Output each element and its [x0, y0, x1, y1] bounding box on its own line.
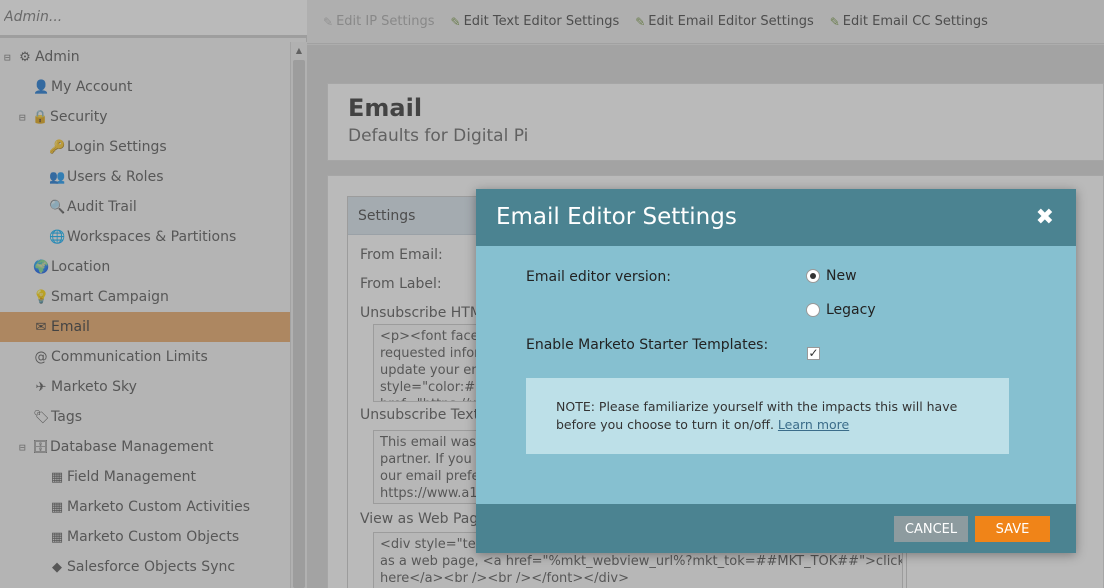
- dialog-title: Email Editor Settings: [496, 204, 737, 230]
- starter-templates-checkbox[interactable]: ✓: [807, 347, 820, 360]
- starter-templates-label: Enable Marketo Starter Templates:: [526, 337, 769, 353]
- version-legacy-label: Legacy: [826, 302, 876, 318]
- cancel-button[interactable]: CANCEL: [894, 516, 968, 542]
- note-text: NOTE: Please familiarize yourself with t…: [556, 398, 976, 434]
- close-icon[interactable]: ✖: [1036, 205, 1054, 230]
- dialog-body: Email editor version: New Legacy Enable …: [476, 246, 1076, 504]
- version-legacy-option[interactable]: Legacy: [806, 302, 876, 318]
- version-new-radio[interactable]: [806, 269, 820, 283]
- version-new-option[interactable]: New: [806, 268, 857, 284]
- note-box: NOTE: Please familiarize yourself with t…: [526, 378, 1009, 454]
- dialog-header: Email Editor Settings ✖: [476, 189, 1076, 246]
- editor-version-label: Email editor version:: [526, 269, 671, 285]
- learn-more-link[interactable]: Learn more: [778, 417, 849, 432]
- dialog-footer: CANCEL SAVE: [476, 504, 1076, 553]
- version-legacy-radio[interactable]: [806, 303, 820, 317]
- email-editor-settings-dialog: Email Editor Settings ✖ Email editor ver…: [476, 189, 1076, 553]
- version-new-label: New: [826, 268, 857, 284]
- note-message: NOTE: Please familiarize yourself with t…: [556, 399, 958, 432]
- save-button[interactable]: SAVE: [975, 516, 1050, 542]
